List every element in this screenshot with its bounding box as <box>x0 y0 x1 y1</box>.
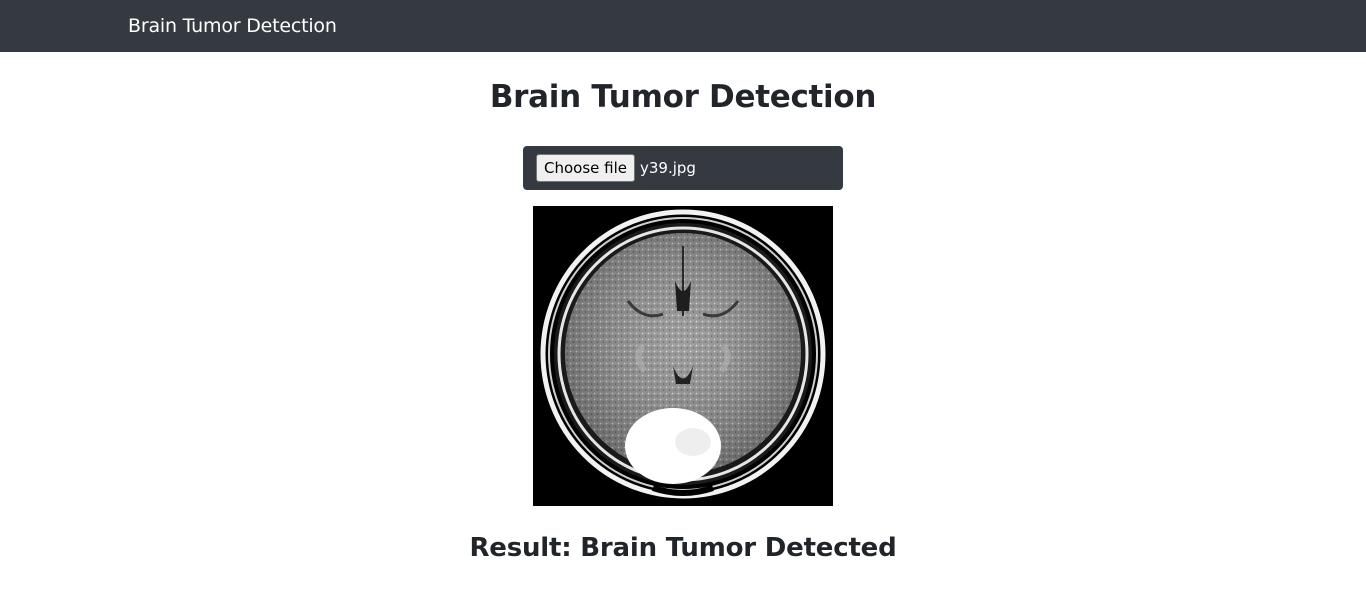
selected-file-name: y39.jpg <box>640 159 696 177</box>
mri-scan-image <box>533 206 833 506</box>
navbar-brand[interactable]: Brain Tumor Detection <box>128 16 337 36</box>
file-upload-panel: Choose file y39.jpg <box>523 146 843 190</box>
result-text: Result: Brain Tumor Detected <box>469 533 897 563</box>
choose-file-button[interactable]: Choose file <box>536 154 635 182</box>
uploaded-mri-image <box>533 206 833 506</box>
navbar: Brain Tumor Detection <box>0 0 1366 52</box>
main-content: Brain Tumor Detection Choose file y39.jp… <box>0 79 1366 563</box>
page-title: Brain Tumor Detection <box>489 79 877 115</box>
